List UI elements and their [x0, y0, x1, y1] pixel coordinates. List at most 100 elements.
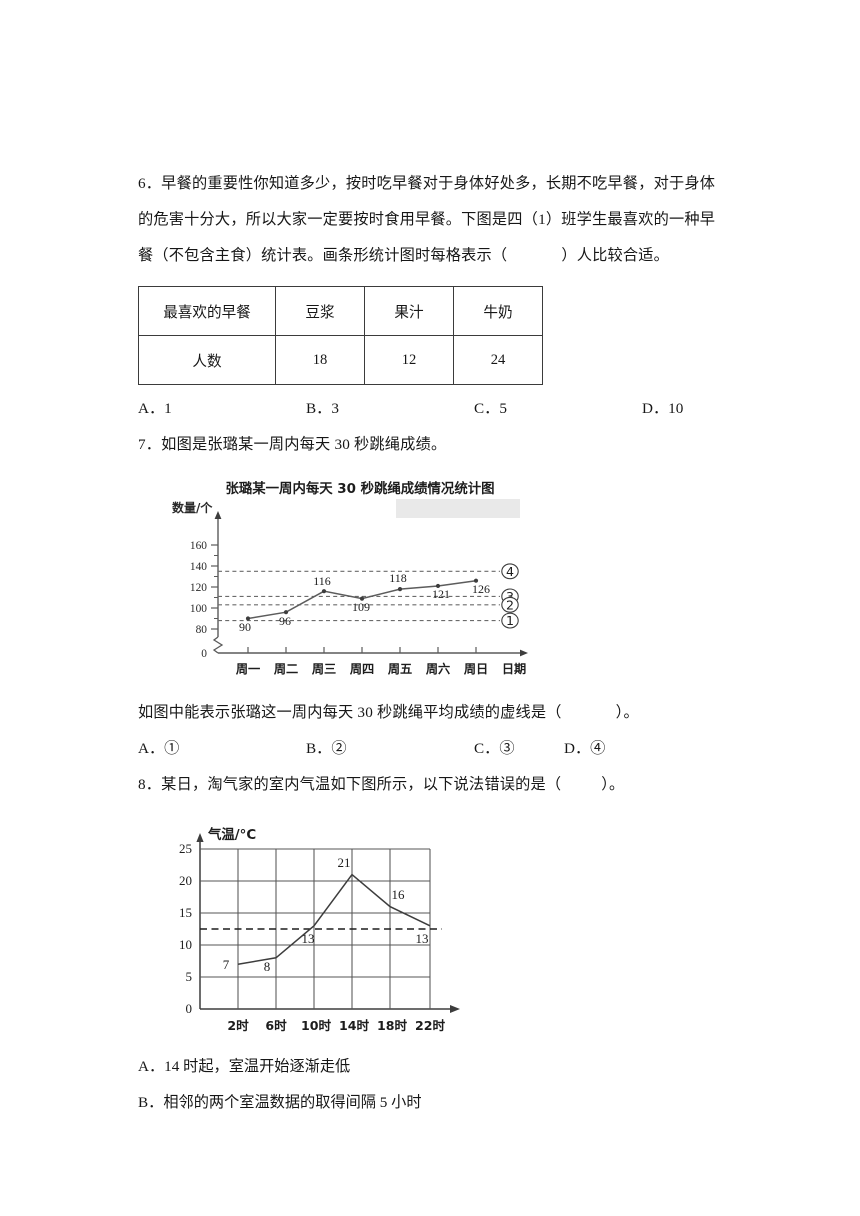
svg-text:日期: 日期 [502, 661, 526, 676]
question-8-option-a[interactable]: A．14 时起，室温开始逐渐走低 [138, 1049, 734, 1085]
table-header-category-2: 牛奶 [453, 286, 543, 336]
table-header-category-1: 果汁 [364, 286, 454, 336]
svg-text:116: 116 [313, 574, 331, 588]
reference-marker-2: 2 [501, 596, 519, 613]
svg-text:160: 160 [190, 540, 207, 552]
question-6-line-2: 的危害十分大，所以大家一定要按时食用早餐。下图是四（1）班学生最喜欢的一种早 [138, 211, 716, 228]
breakfast-statistics-table: 最喜欢的早餐 豆浆 果汁 牛奶 人数 18 12 24 [138, 286, 543, 385]
svg-text:0: 0 [186, 1001, 193, 1016]
question-6-line-1: 6．早餐的重要性你知道多少，按时吃早餐对于身体好处多，长期不吃早餐，对于身体 [138, 175, 716, 192]
question-8-option-b[interactable]: B．相邻的两个室温数据的取得间隔 5 小时 [138, 1085, 734, 1121]
jump-rope-y-ticks: 80 100 120 140 160 0 [190, 540, 218, 660]
svg-text:14时: 14时 [339, 1018, 370, 1033]
question-7-options: A．① B．② C．③ D．④ [138, 731, 734, 767]
room-temperature-chart-svg: 气温/°C 25 20 15 10 5 0 7 8 13 21 16 13 2时… [179, 826, 460, 1033]
page-content: 6．早餐的重要性你知道多少，按时吃早餐对于身体好处多，长期不吃早餐，对于身体 的… [138, 166, 734, 1121]
question-7-option-b[interactable]: B．② [306, 731, 474, 767]
table-value-1: 12 [364, 335, 454, 385]
breakfast-table-wrapper: 最喜欢的早餐 豆浆 果汁 牛奶 人数 18 12 24 [138, 286, 734, 385]
svg-text:周一: 周一 [236, 662, 260, 676]
svg-text:20: 20 [179, 873, 192, 888]
question-6: 6．早餐的重要性你知道多少，按时吃早餐对于身体好处多，长期不吃早餐，对于身体 的… [138, 166, 734, 427]
svg-text:18时: 18时 [377, 1018, 408, 1033]
svg-text:5: 5 [186, 969, 193, 984]
table-value-2: 24 [453, 335, 543, 385]
question-6-option-a[interactable]: A．1 [138, 391, 306, 427]
svg-text:2: 2 [506, 597, 514, 612]
svg-text:周三: 周三 [312, 662, 336, 676]
svg-text:25: 25 [179, 841, 192, 856]
svg-text:13: 13 [416, 931, 429, 946]
svg-text:16: 16 [392, 887, 406, 902]
svg-text:周二: 周二 [274, 662, 298, 676]
temperature-y-axis-label: 气温/°C [207, 826, 256, 843]
question-6-line-3-head: 餐（不包含主食）统计表。画条形统计图时每格表示（ [138, 247, 508, 264]
svg-text:4: 4 [506, 564, 514, 579]
room-temperature-chart: 气温/°C 25 20 15 10 5 0 7 8 13 21 16 13 2时… [152, 819, 496, 1041]
svg-text:100: 100 [190, 603, 207, 615]
question-8-stem: 8．某日，淘气家的室内气温如下图所示，以下说法错误的是（ ）。 [138, 767, 734, 803]
svg-text:126: 126 [472, 582, 490, 596]
table-row-label: 人数 [138, 335, 276, 385]
svg-text:8: 8 [264, 959, 271, 974]
temperature-y-ticks: 25 20 15 10 5 0 [179, 841, 192, 1016]
svg-text:15: 15 [179, 905, 192, 920]
svg-text:22时: 22时 [415, 1018, 446, 1033]
reference-marker-1: 1 [501, 612, 519, 629]
table-value-0: 18 [275, 335, 365, 385]
svg-text:96: 96 [279, 614, 291, 628]
svg-text:7: 7 [223, 957, 230, 972]
jump-rope-x-labels: 周一 周二 周三 周四 周五 周六 周日 日期 [236, 661, 526, 676]
temperature-x-labels: 2时 6时 10时 14时 18时 22时 [227, 1018, 445, 1033]
question-7-stem: 7．如图是张璐某一周内每天 30 秒跳绳成绩。 [138, 436, 447, 453]
svg-text:周日: 周日 [464, 662, 488, 676]
question-7-prompt: 如图中能表示张璐这一周内每天 30 秒跳绳平均成绩的虚线是（ ）。 [138, 695, 734, 731]
jump-rope-x-ticks [247, 647, 477, 653]
question-8-options: A．14 时起，室温开始逐渐走低 B．相邻的两个室温数据的取得间隔 5 小时 [138, 1049, 734, 1121]
question-7-prompt-tail: ）。 [615, 704, 639, 721]
temperature-value-labels: 7 8 13 21 16 13 [223, 855, 429, 974]
svg-text:80: 80 [196, 624, 208, 636]
svg-text:121: 121 [432, 587, 450, 601]
svg-text:10: 10 [179, 937, 192, 952]
svg-text:2时: 2时 [227, 1018, 249, 1033]
svg-text:13: 13 [302, 931, 315, 946]
table-header-label: 最喜欢的早餐 [138, 286, 276, 336]
question-8: 8．某日，淘气家的室内气温如下图所示，以下说法错误的是（ ）。 气温/°C 25 … [138, 767, 734, 1121]
question-7-option-d[interactable]: D．④ [564, 731, 605, 767]
svg-text:109: 109 [352, 600, 370, 614]
svg-text:90: 90 [239, 620, 251, 634]
svg-text:6时: 6时 [265, 1018, 287, 1033]
question-7-option-a[interactable]: A．① [138, 731, 306, 767]
jump-rope-chart-svg: 80 100 120 140 160 0 4 3 2 1 90 96 116 1… [190, 511, 528, 676]
svg-text:周六: 周六 [426, 661, 450, 676]
question-8-stem-head: 8．某日，淘气家的室内气温如下图所示，以下说法错误的是（ [138, 776, 562, 793]
question-6-options: A．1 B．3 C．5 D．10 [138, 391, 734, 427]
table-header-category-0: 豆浆 [275, 286, 365, 336]
svg-text:21: 21 [338, 855, 351, 870]
svg-text:120: 120 [190, 582, 207, 594]
jump-rope-value-labels: 90 96 116 109 118 121 126 [239, 571, 490, 634]
question-6-line-3: 餐（不包含主食）统计表。画条形统计图时每格表示（ ）人比较合适。 [138, 238, 734, 274]
svg-text:0: 0 [201, 648, 207, 660]
temperature-horizontal-gridlines [200, 848, 430, 978]
question-6-option-c[interactable]: C．5 [474, 391, 642, 427]
question-6-line-3-tail: ）人比较合适。 [561, 247, 670, 264]
reference-marker-4: 4 [501, 563, 519, 580]
question-7: 7．如图是张璐某一周内每天 30 秒跳绳成绩。 张璐某一周内每天 30 秒跳绳成… [138, 427, 734, 767]
svg-text:140: 140 [190, 561, 207, 573]
svg-text:周五: 周五 [388, 662, 412, 676]
question-6-option-b[interactable]: B．3 [306, 391, 474, 427]
jump-rope-line-chart: 张璐某一周内每天 30 秒跳绳成绩情况统计图 数量/个 80 100 120 1… [170, 477, 550, 689]
table-row-header: 最喜欢的早餐 豆浆 果汁 牛奶 [138, 286, 543, 336]
question-8-stem-tail: ）。 [601, 776, 625, 793]
svg-text:10时: 10时 [301, 1018, 332, 1033]
table-row-values: 人数 18 12 24 [138, 335, 543, 385]
svg-text:周四: 周四 [350, 662, 374, 676]
question-6-option-d[interactable]: D．10 [642, 391, 683, 427]
svg-text:1: 1 [506, 613, 514, 628]
exam-page: 6．早餐的重要性你知道多少，按时吃早餐对于身体好处多，长期不吃早餐，对于身体 的… [0, 0, 860, 1216]
svg-text:118: 118 [389, 571, 407, 585]
question-7-prompt-head: 如图中能表示张璐这一周内每天 30 秒跳绳平均成绩的虚线是（ [138, 704, 562, 721]
question-7-option-c[interactable]: C．③ [474, 731, 564, 767]
